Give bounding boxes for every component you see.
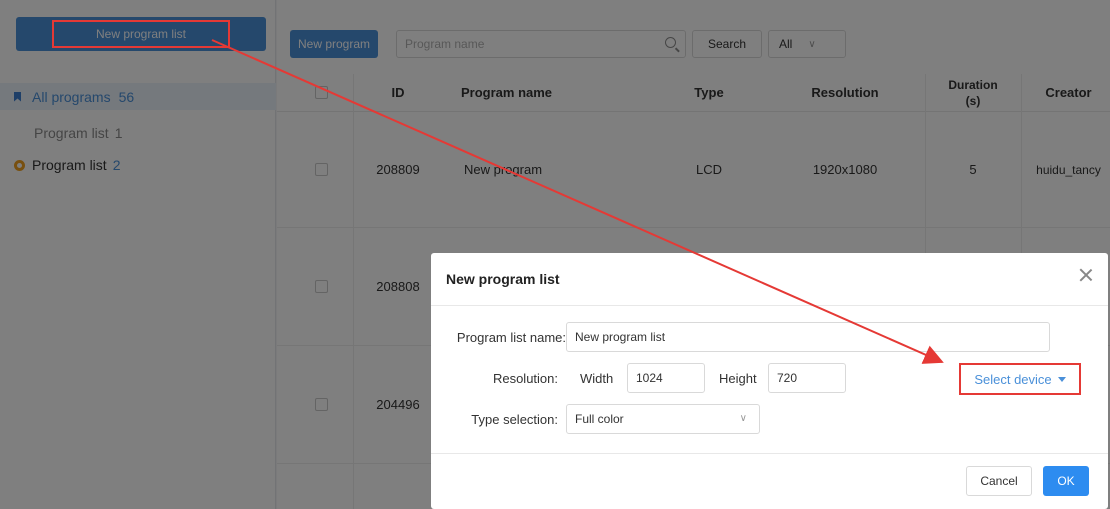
annotation-arrow	[211, 39, 944, 364]
